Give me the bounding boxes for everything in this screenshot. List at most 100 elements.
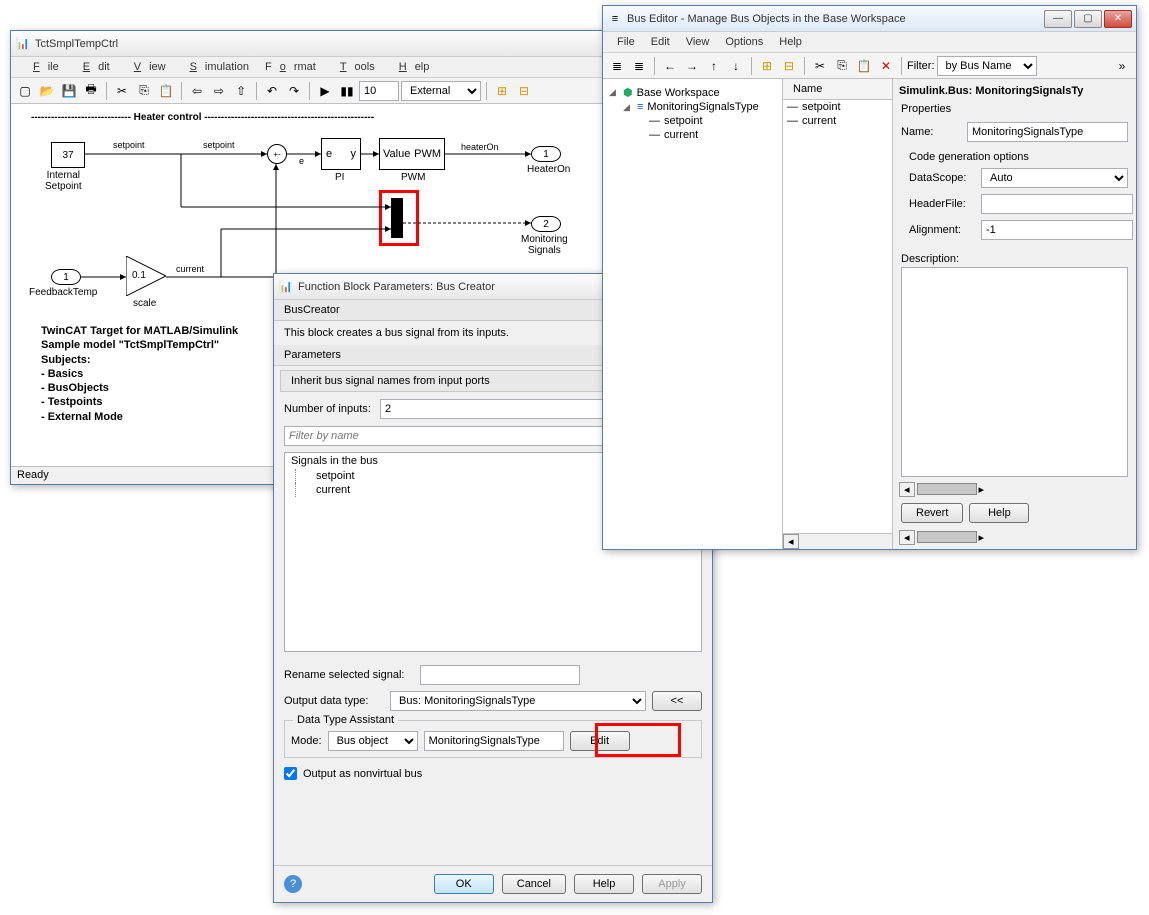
- sig-e: e: [299, 156, 304, 166]
- block-mon-out[interactable]: 2: [531, 216, 561, 232]
- play-icon[interactable]: ▶: [315, 81, 335, 101]
- sig-setpoint1: setpoint: [113, 140, 145, 150]
- close-icon[interactable]: ✕: [1104, 10, 1132, 28]
- minimize-icon[interactable]: —: [1044, 10, 1072, 28]
- mode-select[interactable]: External: [401, 81, 481, 101]
- redo-icon[interactable]: ↷: [284, 81, 304, 101]
- bus-tb6-icon[interactable]: ↓: [726, 56, 746, 76]
- bus-delete-icon[interactable]: ✕: [876, 56, 896, 76]
- bus-menubar[interactable]: File Edit View Options Help: [603, 32, 1136, 53]
- help-icon[interactable]: ?: [284, 875, 302, 893]
- params-icon: 📊: [278, 279, 294, 295]
- model-note: TwinCAT Target for MATLAB/Simulink Sampl…: [41, 324, 238, 424]
- block-gain[interactable]: 0.1: [126, 256, 166, 296]
- block-setpoint[interactable]: 37: [51, 142, 85, 168]
- edit-button[interactable]: Edit: [570, 731, 630, 751]
- filter-select[interactable]: by Bus Name: [937, 56, 1037, 76]
- bus-tb5-icon[interactable]: ↑: [704, 56, 724, 76]
- bus-menu-options[interactable]: Options: [717, 34, 771, 50]
- apply-button[interactable]: Apply: [642, 874, 702, 894]
- tree-leaf2[interactable]: —current: [605, 128, 780, 142]
- bus-menu-view[interactable]: View: [678, 34, 718, 50]
- bus-cut-icon[interactable]: ✂: [810, 56, 830, 76]
- ds-select[interactable]: Auto: [981, 168, 1128, 188]
- bus-menu-file[interactable]: File: [609, 34, 643, 50]
- hf-input[interactable]: [981, 194, 1133, 214]
- menu-help[interactable]: Help: [383, 59, 438, 75]
- section-header: ------------------------------ Heater co…: [31, 112, 374, 123]
- mode-label: Mode:: [291, 735, 322, 747]
- overflow-icon[interactable]: »: [1112, 56, 1132, 76]
- help-button[interactable]: Help: [574, 874, 634, 894]
- back-icon[interactable]: ⇦: [187, 81, 207, 101]
- block-feedback[interactable]: 1: [51, 269, 81, 285]
- menu-format[interactable]: Format: [257, 59, 324, 75]
- undo-icon[interactable]: ↶: [262, 81, 282, 101]
- bus-titlebar[interactable]: ≡ Bus Editor - Manage Bus Objects in the…: [603, 6, 1136, 32]
- copy-icon[interactable]: ⎘: [134, 81, 154, 101]
- label-pwm: PWM: [401, 172, 425, 183]
- maximize-icon[interactable]: ▢: [1074, 10, 1102, 28]
- bus-paste-icon[interactable]: 📋: [854, 56, 874, 76]
- fwd-icon[interactable]: ⇨: [209, 81, 229, 101]
- rename-input[interactable]: [420, 665, 580, 685]
- stop-icon[interactable]: ▮▮: [337, 81, 357, 101]
- menu-simulation[interactable]: Simulation: [174, 59, 257, 75]
- step-input[interactable]: [359, 81, 399, 101]
- bus-help-button[interactable]: Help: [969, 503, 1029, 523]
- tree-leaf1[interactable]: —setpoint: [605, 114, 780, 128]
- desc-textarea[interactable]: [901, 267, 1128, 477]
- save-icon[interactable]: 💾: [59, 81, 79, 101]
- simulink-titlebar[interactable]: 📊 TctSmplTempCtrl: [11, 31, 614, 57]
- print-icon[interactable]: 🖶: [81, 81, 101, 101]
- block-heater-out[interactable]: 1: [531, 146, 561, 162]
- bus-list[interactable]: Name —setpoint —current ◂: [783, 79, 893, 549]
- bus-tb7-icon[interactable]: ⊞: [757, 56, 777, 76]
- bus-tb8-icon[interactable]: ⊟: [779, 56, 799, 76]
- list-sig2[interactable]: —current: [783, 114, 892, 128]
- cut-icon[interactable]: ✂: [112, 81, 132, 101]
- block-bus-creator[interactable]: [391, 198, 403, 238]
- bus-tb1-icon[interactable]: ≣: [607, 56, 627, 76]
- tool2-icon[interactable]: ⊟: [514, 81, 534, 101]
- menu-file[interactable]: File: [17, 59, 67, 75]
- block-pwm[interactable]: ValuePWM: [379, 138, 445, 170]
- open-icon[interactable]: 📂: [37, 81, 57, 101]
- odt-select[interactable]: Bus: MonitoringSignalsType: [390, 691, 646, 711]
- bus-copy-icon[interactable]: ⎘: [832, 56, 852, 76]
- name-input[interactable]: [967, 122, 1128, 142]
- tree-root[interactable]: ◢⬢Base Workspace: [605, 85, 780, 100]
- paste-icon[interactable]: 📋: [156, 81, 176, 101]
- nonvirtual-checkbox[interactable]: [284, 767, 297, 780]
- list-sig1[interactable]: —setpoint: [783, 100, 892, 114]
- mode-select-dta[interactable]: Bus object: [328, 731, 418, 751]
- bus-tb2-icon[interactable]: ≣: [629, 56, 649, 76]
- filter-label: Filter:: [907, 60, 935, 72]
- mode-text[interactable]: [424, 731, 564, 751]
- menu-view[interactable]: View: [118, 59, 174, 75]
- revert-button[interactable]: Revert: [901, 503, 963, 523]
- al-label: Alignment:: [909, 224, 975, 236]
- new-icon[interactable]: ▢: [15, 81, 35, 101]
- block-pi[interactable]: ey: [321, 138, 361, 170]
- bus-menu-edit[interactable]: Edit: [643, 34, 678, 50]
- menu-edit[interactable]: Edit: [67, 59, 118, 75]
- bus-tb3-icon[interactable]: ←: [660, 56, 680, 76]
- prop-hscroll1[interactable]: ◂▸: [899, 481, 1130, 497]
- menu-tools[interactable]: Tools: [324, 59, 383, 75]
- sig-current: current: [176, 264, 204, 274]
- bus-tb4-icon[interactable]: →: [682, 56, 702, 76]
- list-hscroll[interactable]: ◂: [783, 533, 892, 549]
- tree-bus[interactable]: ◢≡MonitoringSignalsType: [605, 100, 780, 114]
- up-icon[interactable]: ⇧: [231, 81, 251, 101]
- ok-button[interactable]: OK: [434, 874, 494, 894]
- simulink-menubar[interactable]: File Edit View Simulation Format Tools H…: [11, 57, 614, 78]
- tool1-icon[interactable]: ⊞: [492, 81, 512, 101]
- collapse-btn[interactable]: <<: [652, 691, 702, 711]
- prop-hscroll2[interactable]: ◂▸: [899, 529, 1130, 545]
- block-sum[interactable]: +-: [267, 144, 287, 164]
- bus-menu-help[interactable]: Help: [771, 34, 810, 50]
- bus-tree[interactable]: ◢⬢Base Workspace ◢≡MonitoringSignalsType…: [603, 79, 783, 549]
- al-input[interactable]: [981, 220, 1133, 240]
- cancel-button[interactable]: Cancel: [502, 874, 566, 894]
